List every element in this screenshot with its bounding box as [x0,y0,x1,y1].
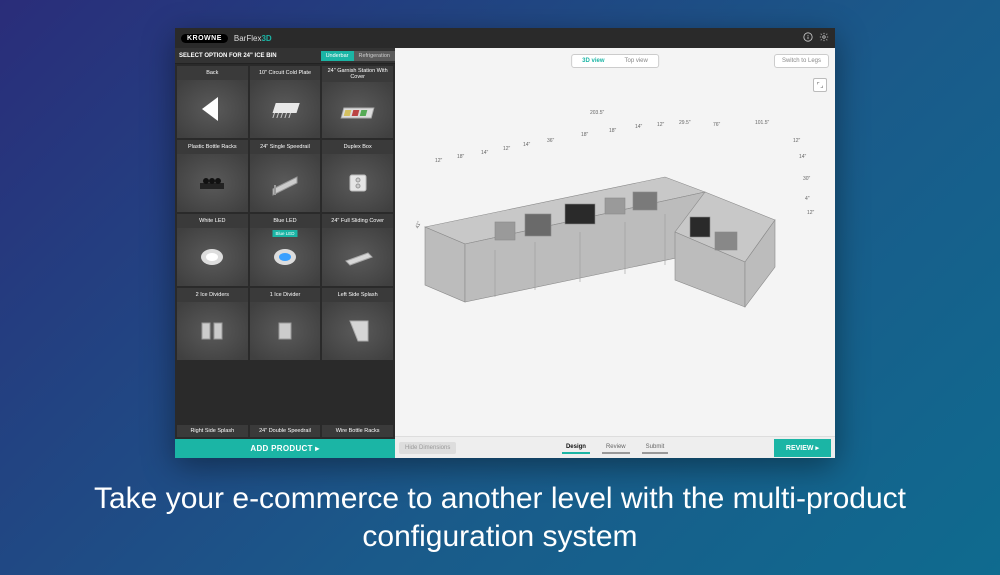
tab-3d-view[interactable]: 3D view [572,55,614,67]
hide-dimensions-button[interactable]: Hide Dimensions [399,442,456,454]
info-icon[interactable] [803,32,813,44]
titlebar: KROWNE BarFlex3D [175,28,835,48]
step-review[interactable]: Review [606,444,626,452]
option-double-speedrail[interactable]: 24" Double Speedrail [250,425,321,437]
marketing-tagline: Take your e-commerce to another level wi… [0,480,1000,555]
option-blue-led[interactable]: Blue LED Blue LED [250,214,321,286]
option-single-speedrail[interactable]: 24" Single Speedrail [250,140,321,212]
tab-refrigeration[interactable]: Refrigeration [354,51,396,61]
add-product-button[interactable]: ADD PRODUCT ▸ [175,439,395,458]
view-tabs: 3D view Top view [571,54,659,68]
brand-logo: KROWNE [181,34,228,43]
option-left-splash[interactable]: Left Side Splash [322,288,393,360]
option-cold-plate[interactable]: 10" Circuit Cold Plate [250,66,321,138]
switch-legs-button[interactable]: Switch to Legs [774,54,829,68]
option-wire-racks[interactable]: Wire Bottle Racks [322,425,393,437]
option-duplex-box[interactable]: Duplex Box [322,140,393,212]
option-2-dividers[interactable]: 2 Ice Dividers [177,288,248,360]
option-1-divider[interactable]: 1 Ice Divider [250,288,321,360]
option-bottle-racks[interactable]: Plastic Bottle Racks [177,140,248,212]
option-white-led[interactable]: White LED [177,214,248,286]
sidebar: SELECT OPTION FOR 24" ICE BIN Underbar R… [175,48,395,458]
app-window: KROWNE BarFlex3D SELECT OPTION FOR 24" I… [175,28,835,458]
option-back[interactable]: Back [177,66,248,138]
workflow-steps: Design Review Submit [566,444,664,452]
dim-top-total: 203.5" [590,110,604,116]
option-garnish-station[interactable]: 24" Garnish Station With Cover [322,66,393,138]
step-design[interactable]: Design [566,444,586,452]
viewport: 3D view Top view Switch to Legs [395,48,835,458]
viewport-footer: Hide Dimensions Design Review Submit REV… [395,436,835,458]
gear-icon[interactable] [819,32,829,44]
sidebar-title: SELECT OPTION FOR 24" ICE BIN [175,53,321,59]
option-grid: Back 10" Circuit Cold Plate 24" Garnish … [175,64,395,425]
option-grid-overflow: Right Side Splash 24" Double Speedrail W… [175,425,395,439]
app-name: BarFlex3D [234,34,272,43]
tab-top-view[interactable]: Top view [615,55,658,67]
sidebar-header: SELECT OPTION FOR 24" ICE BIN Underbar R… [175,48,395,64]
tab-underbar[interactable]: Underbar [321,51,354,61]
option-right-splash[interactable]: Right Side Splash [177,425,248,437]
step-submit[interactable]: Submit [646,444,665,452]
review-button[interactable]: REVIEW ▸ [774,439,831,457]
3d-canvas[interactable]: 203.5" 12" 18" 14" 12" 14" 36" 18" 18" 1… [395,72,835,436]
selected-badge: Blue LED [272,230,297,237]
back-arrow-icon [177,80,248,138]
option-sliding-cover[interactable]: 24" Full Sliding Cover [322,214,393,286]
